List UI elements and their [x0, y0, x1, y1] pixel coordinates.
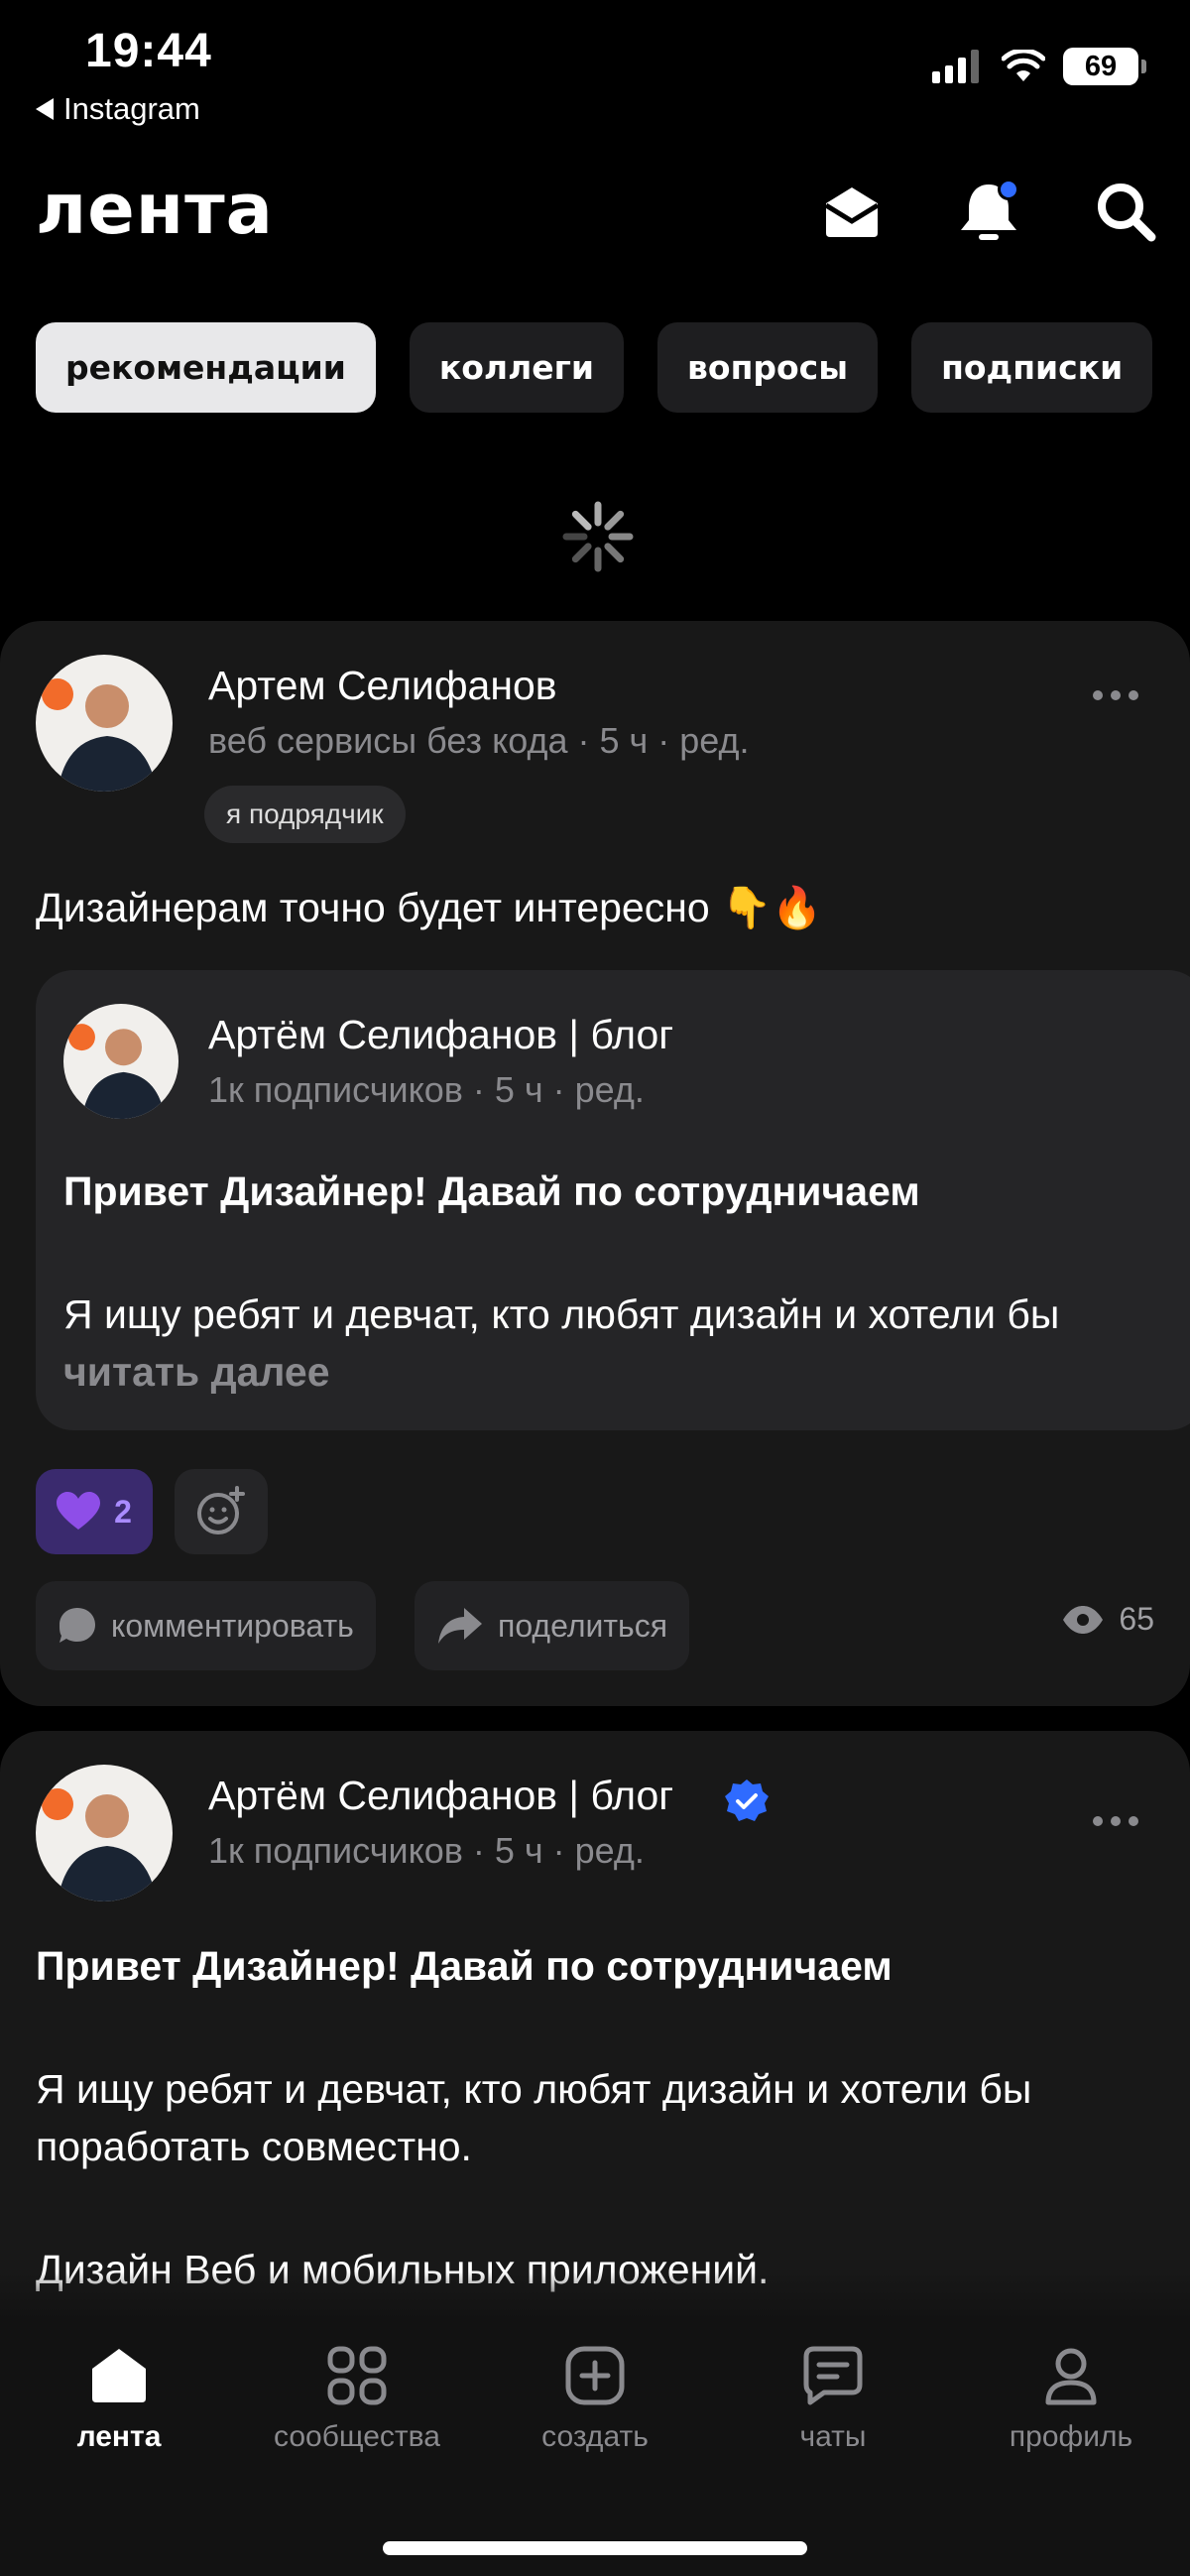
nav-label: сообщества	[274, 2420, 440, 2453]
repost-author[interactable]: Артём Селифанов | блог	[208, 1012, 673, 1058]
profile-icon	[1045, 2348, 1097, 2405]
dot-icon	[1093, 690, 1103, 700]
reaction-count: 2	[114, 1493, 132, 1530]
content-fade	[0, 2271, 1190, 2321]
nav-label: лента	[76, 2420, 162, 2453]
tab-questions[interactable]: вопросы	[657, 322, 879, 413]
more-options-button[interactable]	[1093, 1816, 1138, 1826]
add-reaction-button[interactable]	[175, 1469, 268, 1554]
add-emoji-icon	[197, 1486, 245, 1534]
dot-icon	[1129, 690, 1138, 700]
dot-icon	[1093, 1816, 1103, 1826]
nav-create[interactable]: создать	[476, 2345, 714, 2454]
signal-icon	[932, 50, 979, 83]
person-photo-icon	[42, 678, 157, 792]
loading-spinner-icon	[562, 501, 634, 572]
more-options-button[interactable]	[1093, 690, 1138, 700]
avatar[interactable]	[36, 655, 173, 792]
nav-chats[interactable]: чаты	[714, 2345, 952, 2454]
reposted-post[interactable]: Артём Селифанов | блог 1к подписчиков · …	[36, 970, 1190, 1430]
home-indicator	[383, 2541, 807, 2555]
plus-square-icon	[565, 2346, 625, 2405]
tab-recommendations[interactable]: рекомендации	[36, 322, 376, 413]
nav-profile[interactable]: профиль	[952, 2345, 1190, 2454]
back-to-app-link[interactable]: Instagram	[36, 91, 200, 127]
search-icon	[1098, 184, 1156, 242]
post-meta: 1к подписчиков · 5 ч · ред.	[208, 1830, 645, 1871]
tab-colleagues[interactable]: коллеги	[409, 322, 625, 413]
avatar[interactable]	[36, 1765, 173, 1901]
mail-icon	[824, 187, 880, 237]
dot-icon	[1129, 1816, 1138, 1826]
nav-feed[interactable]: лента	[0, 2345, 238, 2454]
share-arrow-icon	[438, 1608, 482, 1644]
tab-subscriptions[interactable]: подписки	[911, 322, 1153, 413]
post-text: Дизайнерам точно будет интересно 👇🔥	[36, 885, 823, 930]
repost-headline: Привет Дизайнер! Давай по сотрудничаем	[63, 1168, 920, 1214]
purple-heart-icon	[57, 1492, 101, 1530]
avatar[interactable]	[63, 1004, 178, 1119]
notifications-button[interactable]	[952, 175, 1025, 248]
role-badge: я подрядчик	[204, 786, 406, 843]
eye-icon	[1063, 1605, 1104, 1634]
battery-indicator: 69	[1063, 48, 1146, 85]
chat-icon	[803, 2346, 863, 2405]
post-author[interactable]: Артем Селифанов	[208, 663, 557, 709]
person-photo-icon	[42, 1788, 157, 1901]
verified-badge-icon	[725, 1779, 769, 1821]
post-card: Артем Селифанов веб сервисы без кода · 5…	[0, 621, 1190, 1706]
comment-label: комментировать	[111, 1607, 354, 1644]
person-photo-icon	[68, 1024, 166, 1119]
comment-icon	[60, 1608, 95, 1643]
repost-body: Я ищу ребят и девчат, кто любят дизайн и…	[63, 1291, 1060, 1337]
search-button[interactable]	[1089, 175, 1162, 248]
notification-dot	[998, 179, 1019, 200]
comment-button[interactable]: комментировать	[36, 1581, 376, 1670]
back-triangle-icon	[36, 98, 54, 120]
nav-label: чаты	[799, 2420, 867, 2453]
reaction-heart-button[interactable]: 2	[36, 1469, 153, 1554]
clock: 19:44	[85, 25, 212, 77]
dot-icon	[1111, 1816, 1121, 1826]
status-bar: 19:44 Instagram 69	[0, 0, 1190, 139]
nav-label: создать	[541, 2420, 649, 2453]
top-bar: лента	[0, 159, 1190, 268]
post-author[interactable]: Артём Селифанов | блог	[208, 1773, 673, 1819]
read-more-link[interactable]: читать далее	[63, 1343, 330, 1401]
dot-icon	[1111, 690, 1121, 700]
share-label: поделиться	[498, 1607, 668, 1644]
post-headline: Привет Дизайнер! Давай по сотрудничаем	[36, 1943, 892, 1989]
bottom-navigation: лента сообщества создать чаты профиль	[0, 2321, 1190, 2576]
page-title: лента	[36, 169, 274, 250]
post-body-line: Я ищу ребят и девчат, кто любят дизайн и…	[36, 2066, 1032, 2112]
wifi-icon	[1002, 50, 1045, 81]
post-meta: веб сервисы без кода · 5 ч · ред.	[208, 720, 750, 761]
views-count: 65	[1119, 1601, 1154, 1637]
back-app-label: Instagram	[63, 91, 200, 126]
system-icons: 69	[932, 48, 1146, 85]
grid-icon	[327, 2346, 387, 2405]
share-button[interactable]: поделиться	[415, 1581, 690, 1670]
repost-meta: 1к подписчиков · 5 ч · ред.	[208, 1069, 645, 1110]
inbox-button[interactable]	[815, 175, 889, 248]
home-icon	[92, 2349, 146, 2402]
nav-communities[interactable]: сообщества	[238, 2345, 476, 2454]
view-counter: 65	[1061, 1601, 1154, 1638]
feed-tabs: рекомендации коллеги вопросы подписки	[36, 322, 1190, 413]
nav-label: профиль	[1009, 2420, 1133, 2453]
post-body-line: поработать совместно.	[36, 2124, 472, 2169]
